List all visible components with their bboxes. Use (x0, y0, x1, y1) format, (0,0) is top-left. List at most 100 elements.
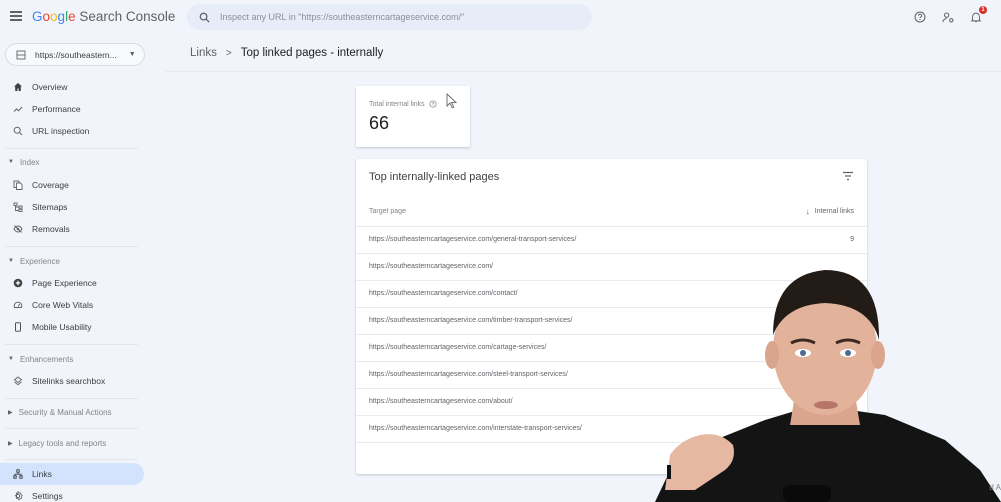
sidebar-item-label: Sitemaps (32, 202, 68, 212)
sidebar-item-label: URL inspection (32, 126, 90, 136)
sidebar-item-settings[interactable]: Settings (0, 485, 144, 502)
sidebar-item-label: Page Experience (32, 278, 97, 288)
collapse-icon: ▼ (8, 159, 14, 165)
help-icon[interactable] (429, 100, 437, 108)
presenter-mouth (814, 401, 838, 409)
sidebar-item-label: Links (32, 469, 52, 479)
microphone (783, 485, 831, 502)
section-label: Security & Manual Actions (18, 407, 112, 417)
sidebar-item-sitemaps[interactable]: Sitemaps (0, 196, 144, 218)
divider (5, 398, 138, 399)
divider (5, 428, 138, 429)
sidebar-item-label: Core Web Vitals (32, 300, 94, 310)
main-menu-icon[interactable] (10, 11, 22, 21)
sidebar-item-label: Performance (32, 104, 81, 114)
gauge-icon (12, 300, 23, 311)
internal-links-count: 9 (850, 236, 854, 243)
partial-overlay-text: d A (989, 483, 1001, 492)
divider (5, 246, 138, 247)
top-app-bar: Google Search Console 1 (0, 0, 1001, 36)
target-page-url: https://southeasterncartageservice.com/t… (369, 317, 573, 324)
table-title: Top internally-linked pages (369, 171, 500, 183)
google-wordmark: Google (32, 9, 76, 24)
links-icon (12, 469, 23, 480)
sidebar-item-page-experience[interactable]: Page Experience (0, 272, 144, 294)
sidebar-item-core-web-vitals[interactable]: Core Web Vitals (0, 294, 144, 316)
section-label: Index (19, 157, 40, 167)
table-header: Target page ↓ Internal links (356, 199, 867, 227)
table-row[interactable]: https://southeasterncartageservice.com/g… (356, 227, 867, 254)
header-divider (165, 71, 1001, 72)
layers-icon (12, 376, 23, 387)
presenter-ear (765, 341, 779, 369)
phone-icon (12, 322, 23, 333)
sidebar-item-sitelinks-searchbox[interactable]: Sitelinks searchbox (0, 370, 144, 392)
property-url: https://southeastern... (35, 49, 117, 60)
divider (5, 344, 138, 345)
page-title: Top linked pages - internally (240, 47, 384, 59)
sidebar-item-links[interactable]: Links (0, 463, 144, 485)
search-input[interactable] (220, 12, 580, 22)
sidebar-item-label: Overview (32, 82, 68, 92)
filter-icon[interactable] (842, 171, 854, 181)
home-icon (12, 82, 23, 93)
column-header-internal-links[interactable]: ↓ Internal links (806, 207, 854, 216)
section-label: Legacy tools and reports (18, 438, 107, 448)
sidebar-item-label: Mobile Usability (32, 322, 92, 332)
sidebar-item-overview[interactable]: Overview (0, 76, 144, 98)
sidebar-item-performance[interactable]: Performance (0, 98, 144, 120)
sidebar-item-url-inspection[interactable]: URL inspection (0, 120, 144, 142)
chevron-right-icon: > (225, 47, 232, 59)
sidebar-item-removals[interactable]: Removals (0, 218, 144, 240)
removals-icon (12, 224, 23, 235)
url-inspection-search[interactable] (187, 4, 592, 30)
app-logo[interactable]: Google Search Console (32, 9, 175, 24)
total-value: 66 (369, 113, 390, 133)
sidebar-item-label: Sitelinks searchbox (32, 376, 106, 386)
sort-descending-icon: ↓ (805, 207, 810, 216)
section-index[interactable]: ▼ Index (0, 154, 150, 170)
column-header-target-page[interactable]: Target page (369, 208, 406, 215)
property-selector[interactable]: https://southeastern... ▼ (5, 43, 145, 66)
property-icon (16, 50, 26, 59)
notification-badge: 1 (979, 6, 987, 14)
divider (5, 148, 138, 149)
notifications-icon[interactable]: 1 (969, 6, 987, 24)
sitemap-icon (12, 202, 23, 213)
divider (5, 459, 138, 460)
target-page-url: https://southeasterncartageservice.com/ (369, 263, 494, 270)
collapse-icon: ▼ (8, 258, 14, 264)
target-page-url: https://southeasterncartageservice.com/g… (369, 236, 577, 243)
section-legacy-tools[interactable]: ▶ Legacy tools and reports (0, 435, 150, 451)
section-security-manual-actions[interactable]: ▶ Security & Manual Actions (0, 404, 150, 420)
sidebar-item-label: Coverage (32, 180, 69, 190)
sidebar-item-mobile-usability[interactable]: Mobile Usability (0, 316, 144, 338)
help-icon[interactable] (913, 10, 927, 24)
mouse-cursor-icon (446, 93, 458, 109)
section-enhancements[interactable]: ▼ Enhancements (0, 351, 150, 367)
target-page-url: https://southeasterncartageservice.com/i… (369, 425, 582, 432)
collapse-icon: ▼ (8, 356, 14, 362)
search-icon (199, 12, 210, 23)
manage-users-icon[interactable] (941, 10, 955, 24)
sidebar-item-label: Removals (32, 224, 70, 234)
column-header-label: Internal links (814, 208, 854, 215)
presenter-ear (871, 341, 885, 369)
breadcrumb-links[interactable]: Links (190, 47, 217, 59)
search-icon (12, 126, 23, 137)
trending-icon (12, 104, 23, 115)
sidebar-item-label: Settings (32, 491, 63, 501)
presenter-video-overlay (655, 270, 1001, 502)
section-experience[interactable]: ▼ Experience (0, 253, 150, 269)
breadcrumb: Links > Top linked pages - internally (190, 47, 383, 59)
settings-icon (12, 491, 23, 502)
chevron-down-icon: ▼ (128, 51, 136, 58)
target-page-url: https://southeasterncartageservice.com/s… (369, 371, 568, 378)
section-label: Enhancements (19, 354, 74, 364)
section-label: Experience (19, 256, 60, 266)
file-copy-icon (12, 180, 23, 191)
target-page-url: https://southeasterncartageservice.com/c… (369, 344, 547, 351)
expand-icon: ▶ (8, 409, 13, 416)
sidebar-item-coverage[interactable]: Coverage (0, 174, 144, 196)
presenter-ring (667, 465, 671, 479)
